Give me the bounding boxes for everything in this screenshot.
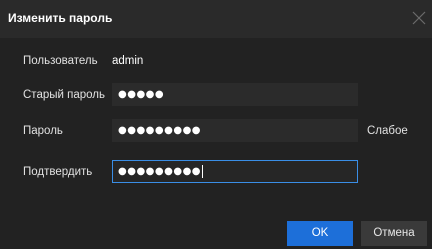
dialog-titlebar: Изменить пароль <box>0 0 432 38</box>
password-label: Пароль <box>23 125 63 137</box>
confirm-password-field[interactable]: ●●●●●●●●● <box>112 160 358 183</box>
ok-button[interactable]: OK <box>287 221 353 246</box>
user-label: Пользователь <box>23 55 98 67</box>
text-cursor <box>202 164 204 178</box>
close-icon[interactable] <box>410 9 428 27</box>
dialog-title: Изменить пароль <box>8 11 113 25</box>
password-strength-label: Слабое <box>367 125 408 137</box>
old-password-field[interactable]: ●●●●● <box>112 83 358 106</box>
confirm-password-value: ●●●●●●●●● <box>118 166 202 177</box>
password-field[interactable]: ●●●●●●●●● <box>112 119 358 142</box>
old-password-label: Старый пароль <box>23 89 105 101</box>
change-password-dialog: Изменить пароль Пользователь admin Стары… <box>0 0 432 249</box>
old-password-value: ●●●●● <box>118 89 165 100</box>
user-value: admin <box>112 55 144 67</box>
password-value: ●●●●●●●●● <box>118 125 202 136</box>
confirm-label: Подтвердить <box>23 166 93 178</box>
cancel-button[interactable]: Отмена <box>361 221 427 246</box>
